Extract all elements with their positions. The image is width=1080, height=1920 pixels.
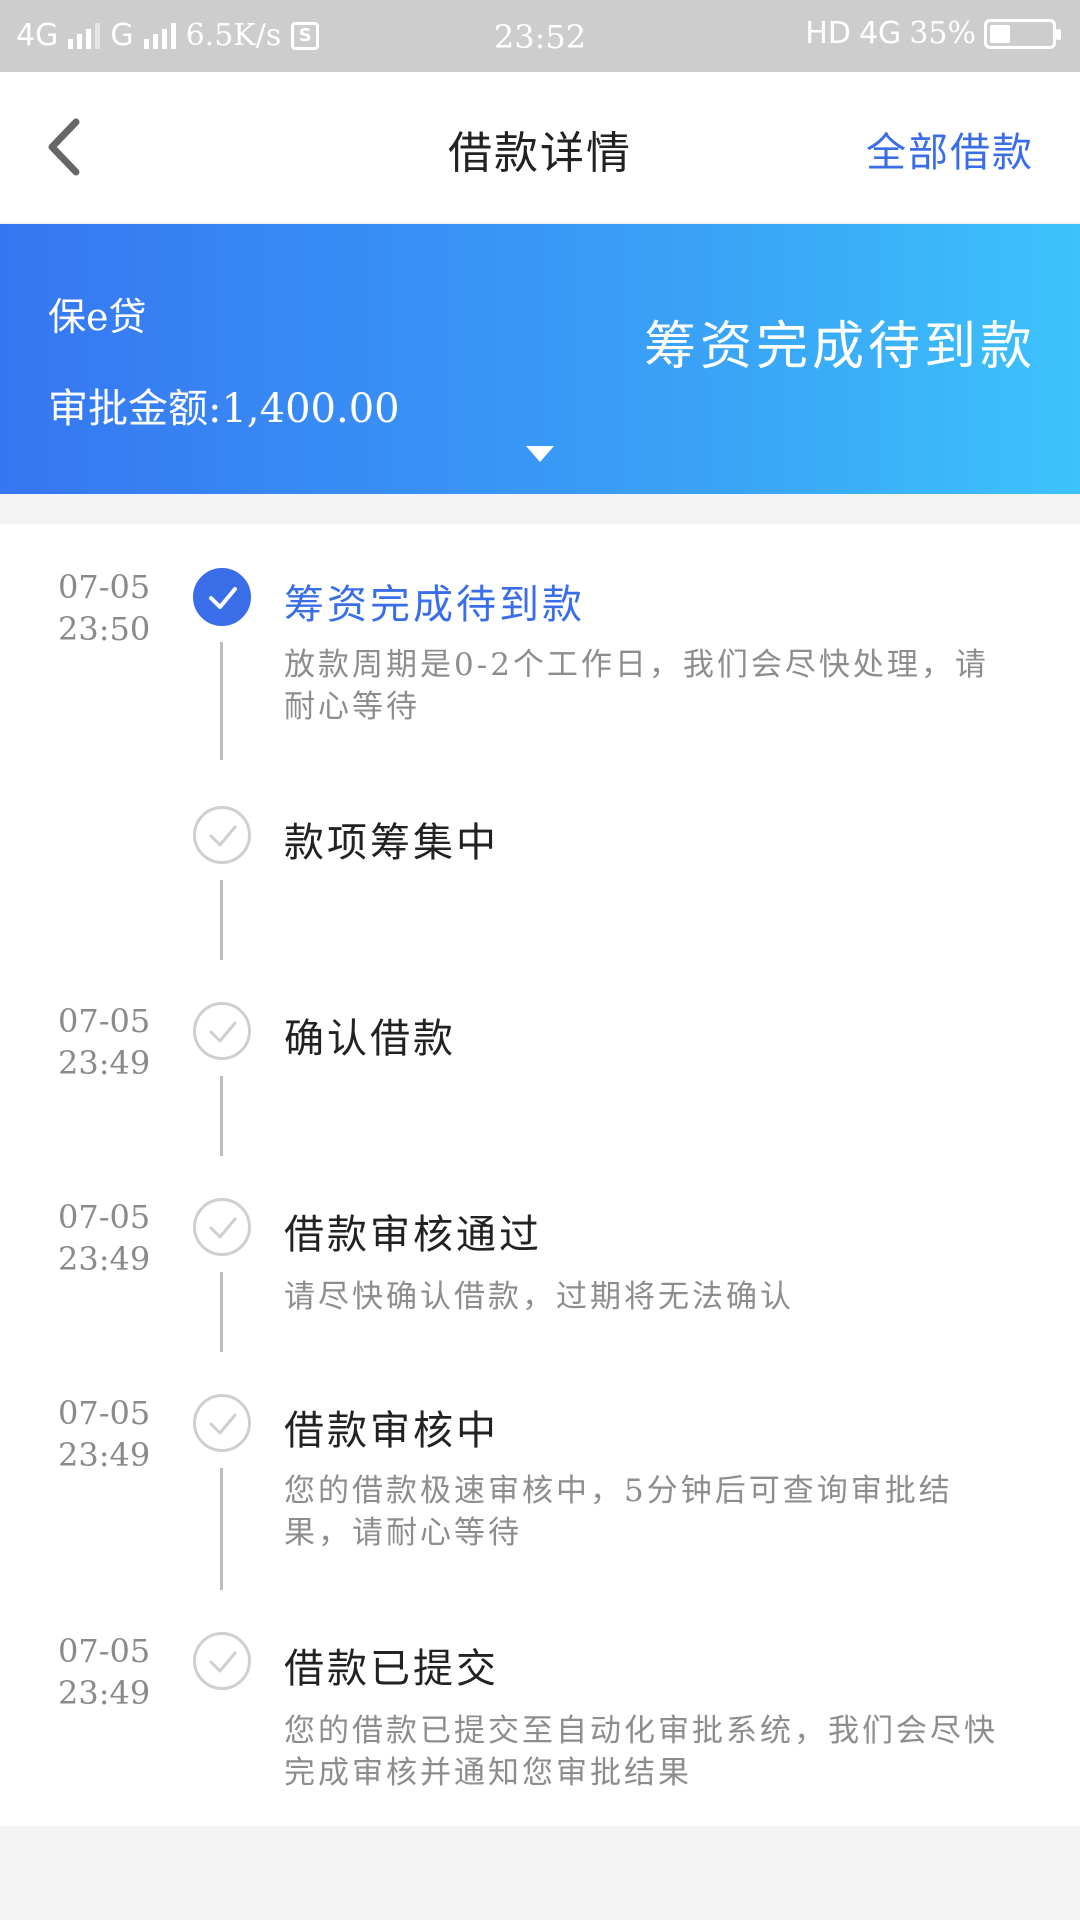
step-date: 07-05: [58, 1198, 151, 1236]
timeline-connector: [220, 1468, 223, 1590]
check-circle-icon: [193, 806, 251, 864]
battery-icon: [984, 18, 1061, 49]
approved-amount: 审批金额:1,400.00: [48, 376, 400, 434]
step-description: 您的借款已提交至自动化审批系统，我们会尽快完成审核并通知您审批结果: [284, 1713, 998, 1791]
step-time: 23:49: [58, 1240, 151, 1278]
timeline-connector: [220, 880, 223, 960]
status-bar: 4G G 6.5K/s S 23:52 HD 4G 35%: [0, 0, 1080, 72]
network-type-3: 4G: [858, 16, 902, 51]
step-date: 07-05: [58, 568, 151, 606]
timeline-connector: [220, 1272, 223, 1352]
product-name: 保e贷: [48, 295, 147, 339]
step-description: 放款周期是0-2个工作日，我们会尽快处理，请耐心等待: [284, 647, 989, 725]
loan-status: 筹资完成待到款: [643, 317, 1036, 377]
step-description: 请尽快确认借款，过期将无法确认: [284, 1279, 794, 1315]
expand-caret-icon[interactable]: [526, 446, 554, 462]
check-circle-icon: [193, 1394, 251, 1452]
loan-summary-banner: 保e贷 审批金额:1,400.00 筹资完成待到款: [0, 224, 1080, 494]
step-title: 借款已提交: [284, 1646, 499, 1692]
battery-percent: 35%: [909, 16, 976, 51]
step-title: 确认借款: [284, 1016, 456, 1062]
step-time: 23:49: [58, 1674, 151, 1712]
amount-value: 1,400.00: [221, 386, 400, 432]
step-title: 借款审核中: [284, 1408, 499, 1454]
step-datetime: 07-05 23:50: [58, 566, 150, 650]
step-title: 筹资完成待到款: [284, 582, 585, 628]
step-datetime: 07-05 23:49: [58, 1630, 150, 1714]
step-datetime: 07-05 23:49: [58, 1392, 150, 1476]
nav-header: 借款详情 全部借款: [0, 72, 1080, 222]
step-datetime: 07-05 23:49: [58, 1000, 150, 1084]
amount-label: 审批金额:: [48, 386, 222, 432]
step-date: 07-05: [58, 1632, 151, 1670]
timeline-connector: [220, 1076, 223, 1156]
check-circle-icon: [193, 1632, 251, 1690]
status-right: HD 4G 35%: [805, 16, 1061, 51]
step-date: 07-05: [58, 1002, 151, 1040]
check-circle-icon: [193, 568, 251, 626]
timeline-connector: [220, 642, 223, 760]
step-title: 款项筹集中: [284, 820, 499, 866]
step-title: 借款审核通过: [284, 1212, 542, 1258]
all-loans-link[interactable]: 全部借款: [866, 120, 1034, 178]
step-description: 您的借款极速审核中，5分钟后可查询审批结果，请耐心等待: [284, 1473, 953, 1551]
progress-timeline: 07-05 23:50 筹资完成待到款 放款周期是0-2个工作日，我们会尽快处理…: [0, 524, 1080, 1826]
check-circle-icon: [193, 1198, 251, 1256]
check-circle-icon: [193, 1002, 251, 1060]
step-time: 23:50: [58, 610, 151, 648]
step-datetime: 07-05 23:49: [58, 1196, 150, 1280]
step-time: 23:49: [58, 1044, 151, 1082]
step-time: 23:49: [58, 1436, 151, 1474]
step-date: 07-05: [58, 1394, 151, 1432]
hd-indicator: HD: [805, 16, 851, 51]
